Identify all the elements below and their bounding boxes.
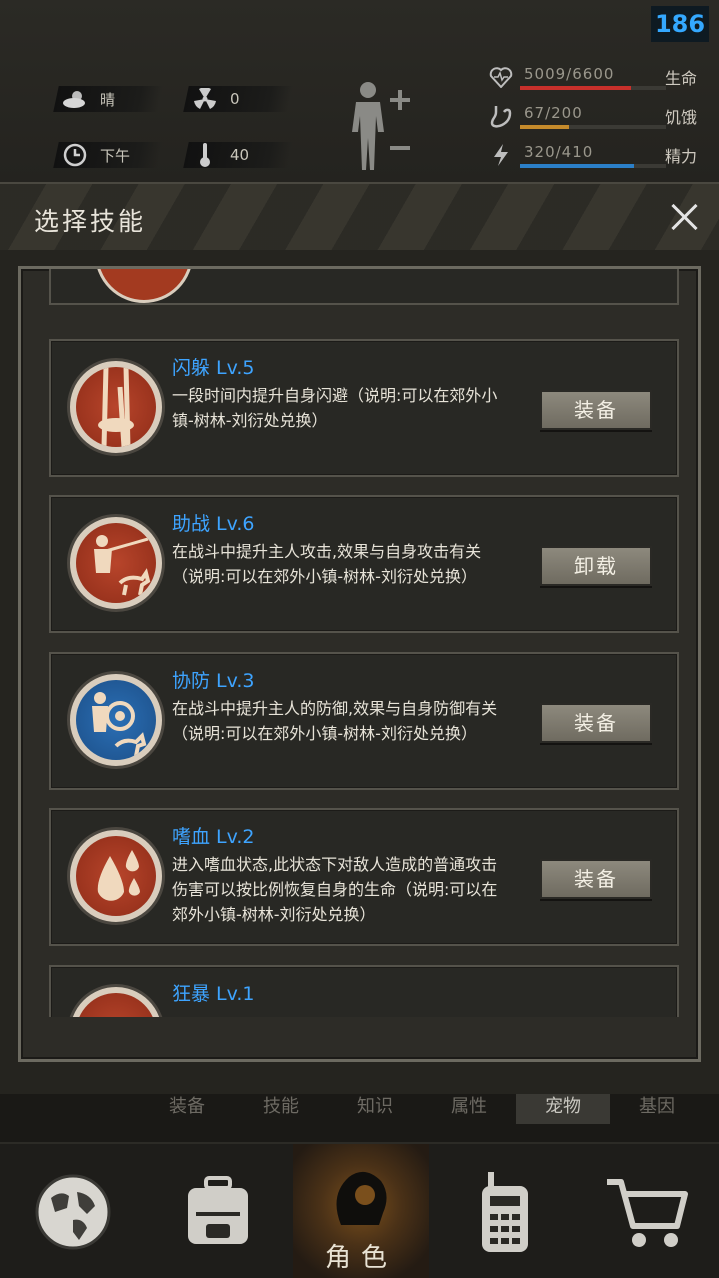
fps-counter: 186	[651, 6, 709, 42]
head-gear-icon	[336, 1171, 387, 1225]
health-value: 5009/6600	[524, 65, 615, 83]
heart-icon	[488, 64, 514, 90]
hunger-stat: 67/200 饥饿	[488, 101, 713, 131]
tab-pet[interactable]: 宠物	[516, 1094, 610, 1124]
health-bar	[520, 86, 666, 90]
skill-card-assist: 助战 Lv.6 在战斗中提升主人攻击,效果与自身攻击有关（说明:可以在郊外小镇-…	[49, 495, 679, 633]
equip-button[interactable]: 装备	[540, 390, 652, 430]
tab-attributes[interactable]: 属性	[422, 1094, 516, 1124]
skill-card-defense: 协防 Lv.3 在战斗中提升主人的防御,效果与自身防御有关（说明:可以在郊外小镇…	[49, 652, 679, 790]
modal-title: 选择技能	[34, 207, 147, 236]
thermometer-icon	[192, 142, 218, 168]
skill-desc: 在战斗中提升主人的防御,效果与自身防御有关（说明:可以在郊外小镇-树林-刘衍处兑…	[172, 699, 498, 743]
temperature-value: 40	[230, 146, 250, 164]
energy-bar	[520, 164, 666, 168]
radiation-icon	[192, 86, 218, 112]
nav-character[interactable]: 角色	[293, 1144, 429, 1278]
nav-world[interactable]	[0, 1144, 145, 1278]
bottom-nav: 角色	[0, 1142, 719, 1278]
temperature-cell: 40	[183, 142, 293, 168]
skill-name: 嗜血 Lv.2	[172, 826, 255, 848]
skill-badge	[67, 514, 165, 612]
walkie-talkie-icon	[481, 1172, 528, 1252]
skill-badge	[67, 827, 165, 925]
skill-list-panel: 闪躲 Lv.5 一段时间内提升自身闪避（说明:可以在郊外小镇-树林-刘衍处兑换）…	[18, 266, 701, 1062]
skill-name: 狂暴 Lv.1	[172, 983, 255, 1005]
partial-card-top	[49, 269, 679, 305]
energy-value: 320/410	[524, 143, 594, 161]
clock-icon	[62, 142, 88, 168]
skill-card-dodge: 闪躲 Lv.5 一段时间内提升自身闪避（说明:可以在郊外小镇-树林-刘衍处兑换）…	[49, 339, 679, 477]
skill-card-rage: 狂暴 Lv.1	[49, 965, 679, 1017]
body-status-button[interactable]	[346, 80, 416, 172]
nav-backpack[interactable]	[145, 1144, 290, 1278]
nav-shop[interactable]	[577, 1144, 719, 1278]
assist-icon	[94, 535, 151, 596]
equip-button[interactable]: 装备	[540, 703, 652, 743]
blood-drop-icon	[97, 850, 140, 901]
close-icon[interactable]	[667, 200, 701, 234]
cloud-sun-icon	[62, 86, 88, 112]
tab-skills[interactable]: 技能	[234, 1094, 328, 1124]
radiation-value: 0	[230, 90, 240, 108]
skill-desc: 一段时间内提升自身闪避（说明:可以在郊外小镇-树林-刘衍处兑换）	[172, 386, 498, 430]
equip-button[interactable]: 装备	[540, 859, 652, 899]
skill-name: 助战 Lv.6	[172, 513, 255, 535]
hunger-value: 67/200	[524, 104, 583, 122]
skill-select-modal: 选择技能 闪躲 Lv.5 一段时间内提升自身闪避（说明:可以在郊外小镇-树林-刘…	[0, 182, 719, 1094]
tab-gene[interactable]: 基因	[610, 1094, 704, 1124]
weather-cell: 晴	[53, 86, 163, 112]
radiation-cell: 0	[183, 86, 293, 112]
skill-list[interactable]: 闪躲 Lv.5 一段时间内提升自身闪避（说明:可以在郊外小镇-树林-刘衍处兑换）…	[49, 305, 679, 1017]
time-cell: 下午	[53, 142, 163, 168]
skill-desc: 在战斗中提升主人攻击,效果与自身攻击有关（说明:可以在郊外小镇-树林-刘衍处兑换…	[172, 542, 482, 586]
body-figure-icon	[352, 82, 410, 170]
health-stat: 5009/6600 生命	[488, 62, 713, 92]
globe-icon	[35, 1174, 110, 1250]
nav-radio[interactable]	[432, 1144, 577, 1278]
health-label: 生命	[664, 69, 697, 88]
lightning-icon	[488, 142, 514, 168]
backpack-icon	[187, 1176, 248, 1244]
energy-stat: 320/410 精力	[488, 140, 713, 170]
skill-badge	[67, 358, 165, 456]
status-header: 186 晴 0 下午 40 5009/6600 生命 67/200 饥饿 320…	[0, 0, 719, 182]
shield-icon	[92, 692, 147, 757]
skill-badge	[67, 671, 165, 769]
skill-desc: 进入嗜血状态,此状态下对敌人造成的普通攻击伤害可以按比例恢复自身的生命（说明:可…	[172, 855, 498, 924]
dodge-icon	[98, 367, 134, 447]
skill-card-bloodlust: 嗜血 Lv.2 进入嗜血状态,此状态下对敌人造成的普通攻击伤害可以按比例恢复自身…	[49, 808, 679, 946]
skill-name: 协防 Lv.3	[172, 670, 255, 692]
unequip-button[interactable]: 卸载	[540, 546, 652, 586]
time-value: 下午	[100, 146, 131, 165]
weather-value: 晴	[100, 90, 116, 109]
nav-character-label: 角色	[324, 1243, 397, 1273]
character-tabs: 装备 技能 知识 属性 宠物 基因	[140, 1094, 719, 1124]
hunger-label: 饥饿	[664, 108, 697, 127]
skill-name: 闪躲 Lv.5	[172, 357, 255, 379]
tab-knowledge[interactable]: 知识	[328, 1094, 422, 1124]
hunger-bar	[520, 125, 666, 129]
tab-equipment[interactable]: 装备	[140, 1094, 234, 1124]
stomach-icon	[488, 103, 514, 129]
skill-badge	[67, 984, 165, 1017]
energy-label: 精力	[664, 147, 697, 166]
shopping-cart-icon	[607, 1179, 688, 1247]
